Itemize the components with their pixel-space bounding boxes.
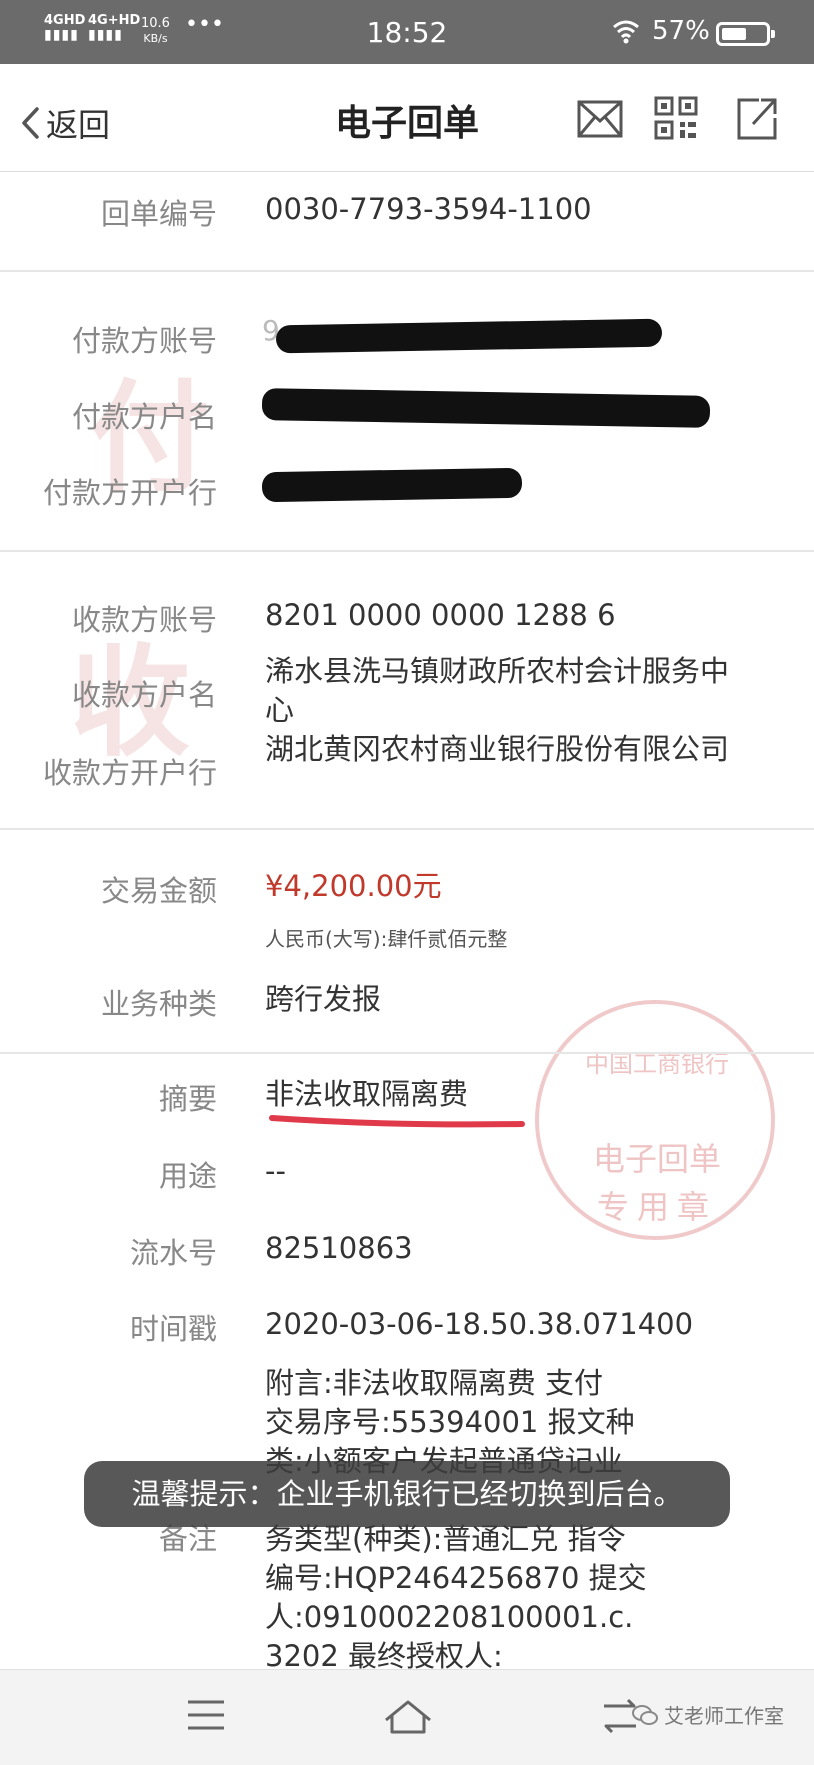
payee-account-label: 收款方账号 [71,603,217,637]
serial-value: 82510863 [265,1231,413,1265]
payer-name-label: 付款方户名 [71,400,217,434]
battery-percent: 57% [652,16,710,46]
amount-value: ¥4,200.00元 [265,869,442,903]
menu-icon[interactable] [186,1698,226,1732]
wifi-icon [613,20,639,44]
battery-fill [722,28,746,40]
timestamp-label: 时间戳 [129,1312,217,1346]
toast-notification: 温馨提示：企业手机银行已经切换到后台。 [84,1461,730,1527]
red-underline-annotation [269,1115,525,1128]
redaction-mark [275,318,663,354]
home-icon[interactable] [382,1698,434,1736]
payer-bank-label: 付款方开户行 [42,476,217,510]
wechat-watermark: 艾老师工作室 [632,1700,784,1729]
remark-line: 人:0910002208100001.c. [265,1600,634,1634]
serial-label: 流水号 [129,1236,217,1270]
redaction-mark [261,467,523,503]
battery-tip [771,30,775,38]
purpose-label: 用途 [158,1159,217,1193]
payer-account-label: 付款方账号 [71,324,217,358]
amount-uppercase: 人民币(大写):肆仟贰佰元整 [265,927,508,951]
divider [0,828,814,830]
divider [0,270,814,272]
amount-label: 交易金额 [100,874,217,908]
wechat-icon [632,1704,658,1725]
summary-value: 非法收取隔离费 [265,1077,469,1111]
purpose-value: -- [265,1154,286,1188]
business-type-label: 业务种类 [100,987,217,1021]
remark-line: 交易序号:55394001 报文种 [265,1405,635,1439]
divider [0,550,814,552]
payee-account-value: 8201 0000 0000 1288 6 [265,598,616,632]
mail-icon[interactable] [576,94,624,144]
redaction-mark [261,388,711,428]
remark-line: 编号:HQP2464256870 提交 [265,1561,647,1595]
share-icon[interactable] [733,94,781,144]
receipt-number-value: 0030-7793-3594-1100 [265,192,592,226]
business-type-value: 跨行发报 [265,982,382,1016]
remark-line: 附言:非法收取隔离费 支付 [265,1366,603,1400]
timestamp-value: 2020-03-06-18.50.38.071400 [265,1307,694,1341]
payee-name-value: 浠水县洗马镇财政所农村会计服务中心 [265,654,730,727]
receipt-number-label: 回单编号 [100,197,217,231]
bank-seal-stamp: 中国工商银行 电子回单 专用章 [535,1000,775,1240]
summary-label: 摘要 [158,1082,217,1116]
payee-bank-label: 收款方开户行 [42,756,217,790]
divider [0,1052,814,1054]
payee-bank-value: 湖北黄冈农村商业银行股份有限公司 [265,732,730,766]
battery-icon [716,22,775,46]
qr-code-icon[interactable] [652,94,700,144]
stamp-ring-text: 中国工商银行 [585,1050,729,1078]
payee-name-label: 收款方户名 [71,678,217,712]
nav-bar: 返回 电子回单 [0,64,814,172]
system-nav-bar: 艾老师工作室 [0,1669,814,1765]
wechat-account-name: 艾老师工作室 [664,1704,784,1728]
status-bar: 4GHD ▮▮▮▮ 4G+HD ▮▮▮▮ 10.6 KB/s ••• 18:52… [0,0,814,64]
